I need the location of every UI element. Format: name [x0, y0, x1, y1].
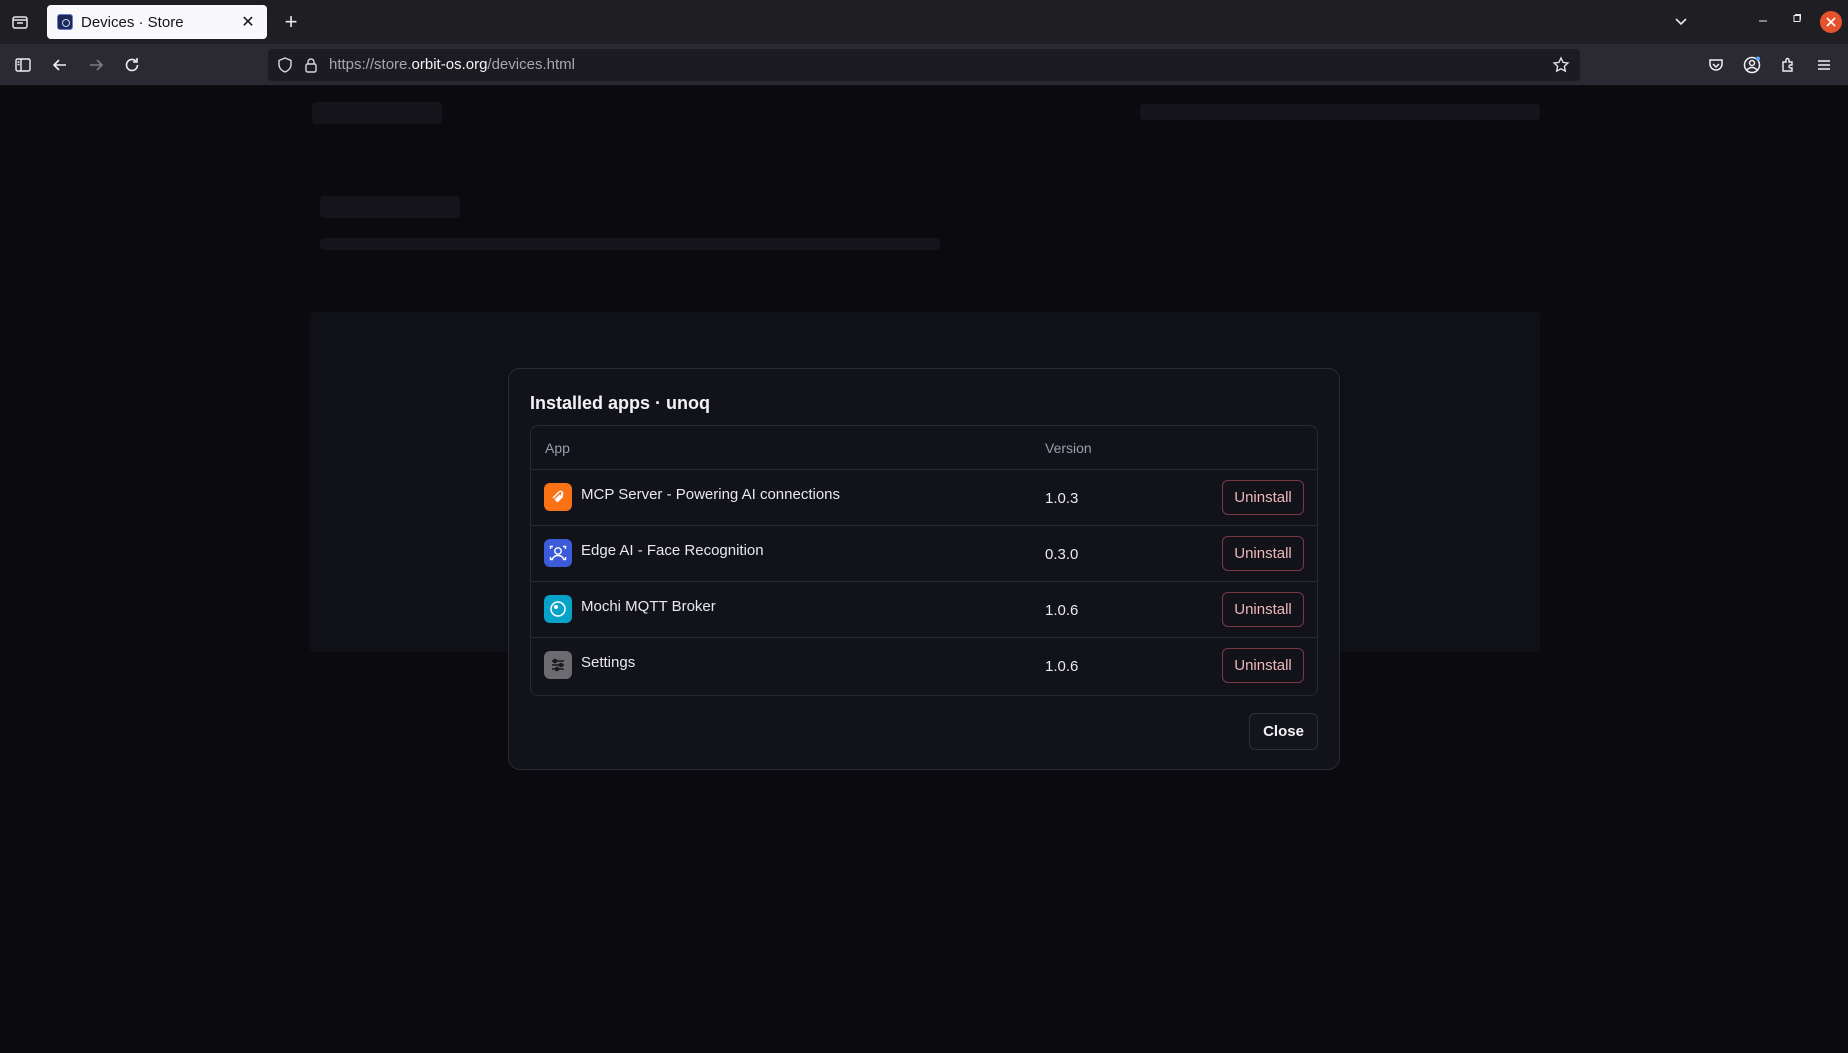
backdrop-logo — [312, 102, 442, 124]
back-icon[interactable] — [48, 53, 72, 77]
bookmark-star-icon[interactable] — [1552, 56, 1570, 74]
window-restore-icon[interactable] — [1787, 12, 1807, 32]
dialog-title: Installed apps · unoq — [530, 393, 711, 413]
installed-apps-table: App Version MCP Server - Powering AI con… — [530, 425, 1318, 696]
reload-icon[interactable] — [120, 53, 144, 77]
menu-icon[interactable] — [1812, 53, 1836, 77]
browser-nav-bar: https://store.orbit-os.org/devices.html — [0, 44, 1848, 86]
url-text[interactable]: https://store.orbit-os.org/devices.html — [329, 56, 575, 73]
tab-title: Devices · Store — [81, 13, 184, 31]
url-scheme: https://store. — [329, 56, 412, 73]
mcp-server-icon — [544, 483, 572, 511]
tracking-protection-icon[interactable] — [276, 56, 294, 74]
uninstall-button[interactable]: Uninstall — [1222, 592, 1304, 627]
table-row: Edge AI - Face Recognition 0.3.0 Uninsta… — [531, 526, 1317, 582]
forward-icon[interactable] — [84, 53, 108, 77]
new-tab-button[interactable]: + — [278, 9, 304, 35]
backdrop-subtitle — [320, 238, 940, 250]
table-header: App Version — [531, 426, 1317, 470]
close-button[interactable]: Close — [1249, 713, 1318, 750]
app-name: Mochi MQTT Broker — [581, 598, 716, 615]
list-all-tabs-icon[interactable] — [1672, 12, 1694, 32]
sidebar-toggle-icon[interactable] — [11, 53, 35, 77]
url-path: /devices.html — [487, 56, 575, 73]
site-favicon-icon — [57, 14, 73, 30]
url-host: orbit-os.org — [411, 56, 488, 73]
account-icon[interactable] — [1740, 53, 1764, 77]
app-version: 1.0.3 — [1045, 490, 1079, 507]
app-version: 1.0.6 — [1045, 658, 1079, 675]
app-version: 0.3.0 — [1045, 546, 1079, 563]
table-row: Settings 1.0.6 Uninstall — [531, 638, 1317, 694]
tab-view-icon[interactable] — [8, 10, 32, 34]
backdrop-nav — [1140, 104, 1540, 120]
window-close-icon[interactable] — [1820, 11, 1842, 33]
mqtt-broker-icon — [544, 595, 572, 623]
settings-icon — [544, 651, 572, 679]
uninstall-button[interactable]: Uninstall — [1222, 536, 1304, 571]
backdrop-heading — [320, 196, 460, 218]
address-bar[interactable]: https://store.orbit-os.org/devices.html — [268, 49, 1580, 81]
uninstall-button[interactable]: Uninstall — [1222, 480, 1304, 515]
uninstall-button[interactable]: Uninstall — [1222, 648, 1304, 683]
browser-tab-bar: Devices · Store ✕ + — [0, 0, 1848, 44]
face-recognition-icon — [544, 539, 572, 567]
column-header-app: App — [545, 440, 570, 456]
tab-close-icon[interactable]: ✕ — [239, 12, 257, 32]
table-row: MCP Server - Powering AI connections 1.0… — [531, 470, 1317, 526]
table-row: Mochi MQTT Broker 1.0.6 Uninstall — [531, 582, 1317, 638]
app-version: 1.0.6 — [1045, 602, 1079, 619]
lock-icon[interactable] — [302, 56, 320, 74]
extensions-icon[interactable] — [1776, 53, 1800, 77]
column-header-version: Version — [1045, 440, 1092, 456]
installed-apps-dialog: Installed apps · unoq App Version MCP Se… — [508, 368, 1340, 770]
pocket-icon[interactable] — [1704, 53, 1728, 77]
app-name: Settings — [581, 654, 636, 671]
window-minimize-icon[interactable] — [1753, 12, 1773, 32]
browser-tab-active[interactable]: Devices · Store ✕ — [47, 5, 267, 39]
app-name: Edge AI - Face Recognition — [581, 542, 764, 559]
app-name: MCP Server - Powering AI connections — [581, 486, 841, 503]
